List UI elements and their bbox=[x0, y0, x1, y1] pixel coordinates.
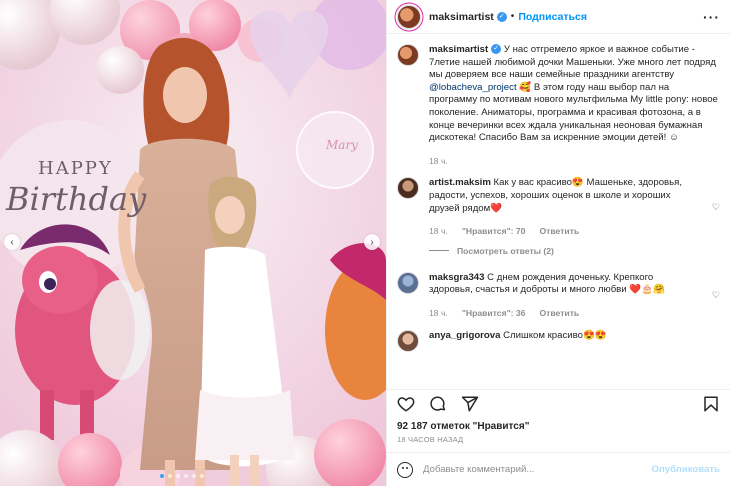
action-bar bbox=[387, 389, 730, 421]
separator-dot: • bbox=[510, 11, 515, 22]
post-time[interactable]: 18 ЧАСОВ НАЗАД bbox=[387, 432, 730, 452]
like-button[interactable] bbox=[397, 395, 415, 416]
comment-time[interactable]: 18 ч. bbox=[429, 307, 448, 320]
reply-button[interactable]: Ответить bbox=[539, 225, 579, 238]
carousel-dot bbox=[184, 474, 188, 478]
comment-item: maksgra343 С днем рождения доченьку. Кре… bbox=[397, 271, 720, 320]
caption: maksimartist ✓ У нас отгремело яркое и ва… bbox=[397, 44, 720, 167]
carousel-indicator bbox=[160, 474, 204, 478]
verified-icon: ✓ bbox=[491, 44, 502, 55]
post-photo[interactable]: HAPPY Birthday Mary ‹ › bbox=[0, 0, 386, 486]
caption-mention-link[interactable]: @lobacheva_project bbox=[429, 82, 517, 93]
comment-time[interactable]: 18 ч. bbox=[429, 225, 448, 238]
reply-button[interactable]: Ответить bbox=[539, 307, 579, 320]
avatar[interactable] bbox=[397, 329, 419, 352]
heart-icon[interactable]: ♡ bbox=[712, 290, 720, 301]
comment-likes[interactable]: "Нравится": 36 bbox=[462, 307, 526, 320]
avatar[interactable] bbox=[397, 44, 419, 66]
save-button[interactable] bbox=[702, 395, 720, 416]
chevron-right-icon: › bbox=[370, 236, 374, 248]
avatar[interactable] bbox=[397, 177, 419, 200]
happy-sign-text: HAPPY bbox=[38, 158, 113, 179]
birthday-sign-text: Birthday bbox=[6, 180, 147, 218]
bookmark-icon bbox=[704, 396, 718, 412]
caption-username[interactable]: maksimartist bbox=[429, 44, 488, 55]
carousel-dot bbox=[168, 474, 172, 478]
caption-time[interactable]: 18 ч. bbox=[429, 155, 448, 168]
next-photo-button[interactable]: › bbox=[364, 234, 380, 250]
share-icon bbox=[461, 396, 479, 412]
publish-button[interactable]: Опубликовать bbox=[651, 464, 720, 475]
carousel-dot bbox=[176, 474, 180, 478]
comment-username[interactable]: anya_grigorova bbox=[429, 330, 500, 341]
likes-count[interactable]: 92 187 отметок "Нравится" bbox=[387, 421, 730, 432]
comment-item: anya_grigorova Слишком красиво😍😍 bbox=[397, 329, 720, 352]
prev-photo-button[interactable]: ‹ bbox=[4, 234, 20, 250]
share-button[interactable] bbox=[461, 395, 479, 416]
post-panel: maksimartist ✓ • Подписаться ··· maksima… bbox=[386, 0, 730, 486]
heart-icon bbox=[397, 397, 415, 412]
emoji-icon[interactable] bbox=[397, 461, 413, 478]
comment-likes[interactable]: "Нравится": 70 bbox=[462, 225, 526, 238]
comment-item: artist.maksim Как у вас красиво😍 Машеньк… bbox=[397, 177, 720, 237]
more-options-icon[interactable]: ··· bbox=[703, 9, 720, 25]
avatar[interactable] bbox=[397, 271, 419, 294]
replies-line bbox=[429, 250, 449, 252]
balloon-text: Mary bbox=[326, 138, 358, 152]
view-replies[interactable]: Посмотреть ответы (2) bbox=[429, 246, 720, 256]
heart-icon[interactable]: ♡ bbox=[712, 202, 720, 213]
header-username[interactable]: maksimartist bbox=[429, 11, 494, 23]
photo-illustration bbox=[0, 0, 386, 486]
add-comment-bar: Опубликовать bbox=[387, 452, 730, 486]
view-replies-label[interactable]: Посмотреть ответы (2) bbox=[457, 246, 554, 256]
carousel-dot bbox=[160, 474, 164, 478]
follow-button[interactable]: Подписаться bbox=[518, 11, 587, 23]
carousel-dot bbox=[192, 474, 196, 478]
comment-username[interactable]: maksgra343 bbox=[429, 272, 484, 283]
chevron-left-icon: ‹ bbox=[10, 236, 14, 248]
comment-text: Слишком красиво😍😍 bbox=[503, 329, 607, 341]
comment-username[interactable]: artist.maksim bbox=[429, 177, 491, 188]
comment-input[interactable] bbox=[423, 464, 642, 475]
comment-button[interactable] bbox=[429, 395, 447, 416]
post-view: HAPPY Birthday Mary ‹ › maksimartist ✓ •… bbox=[0, 0, 730, 486]
post-header: maksimartist ✓ • Подписаться ··· bbox=[387, 0, 730, 34]
comment-icon bbox=[430, 396, 446, 411]
avatar[interactable] bbox=[397, 4, 421, 29]
verified-icon: ✓ bbox=[496, 11, 507, 22]
comments-feed[interactable]: maksimartist ✓ У нас отгремело яркое и ва… bbox=[387, 34, 730, 389]
carousel-dot bbox=[200, 474, 204, 478]
